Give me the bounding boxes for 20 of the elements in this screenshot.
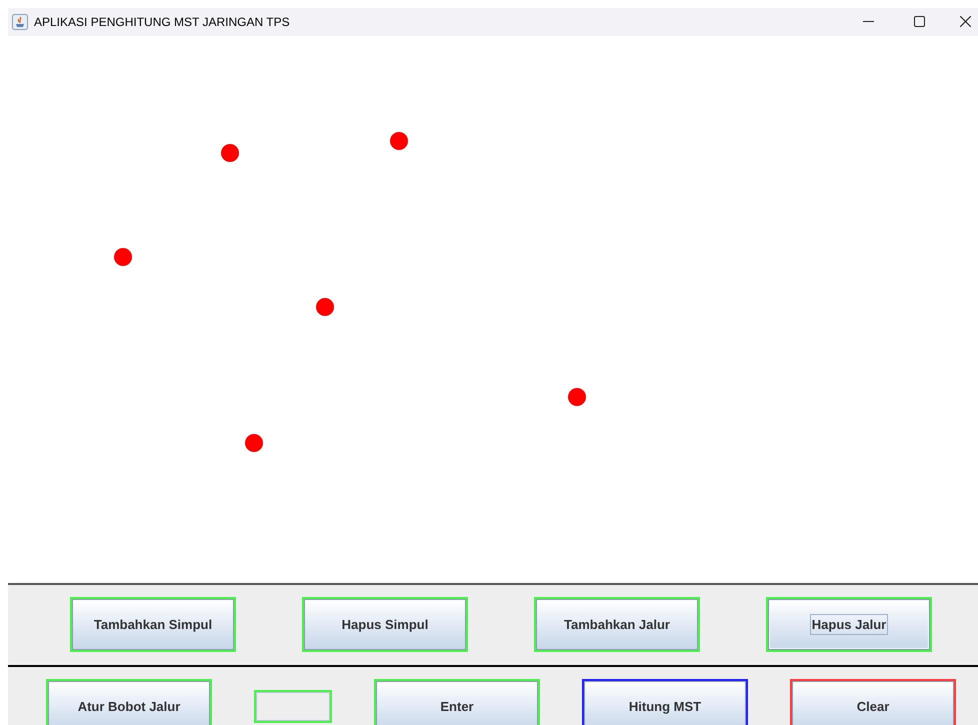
action-button[interactable]: Tambahkan Jalur — [534, 597, 700, 652]
graph-node — [568, 388, 586, 406]
graph-node — [221, 144, 239, 162]
action-button[interactable]: Hitung MST — [582, 679, 748, 725]
action-button[interactable]: Hapus Jalur — [766, 597, 932, 652]
action-button[interactable]: Tambahkan Simpul — [70, 597, 236, 652]
app-icon — [12, 14, 28, 30]
weight-input-field[interactable] — [254, 690, 332, 723]
graph-node — [316, 298, 334, 316]
action-button[interactable]: Clear — [790, 679, 956, 725]
maximize-icon[interactable] — [914, 16, 925, 27]
action-button[interactable]: Hapus Simpul — [302, 597, 468, 652]
action-button[interactable]: Enter — [374, 679, 540, 725]
action-button[interactable]: Atur Bobot Jalur — [46, 679, 212, 725]
minimize-icon[interactable] — [863, 21, 874, 23]
close-icon[interactable] — [960, 16, 971, 27]
window-title: APLIKASI PENGHITUNG MST JARINGAN TPS — [34, 14, 290, 31]
graph-node — [245, 434, 263, 452]
graph-node — [114, 248, 132, 266]
graph-node — [390, 132, 408, 150]
